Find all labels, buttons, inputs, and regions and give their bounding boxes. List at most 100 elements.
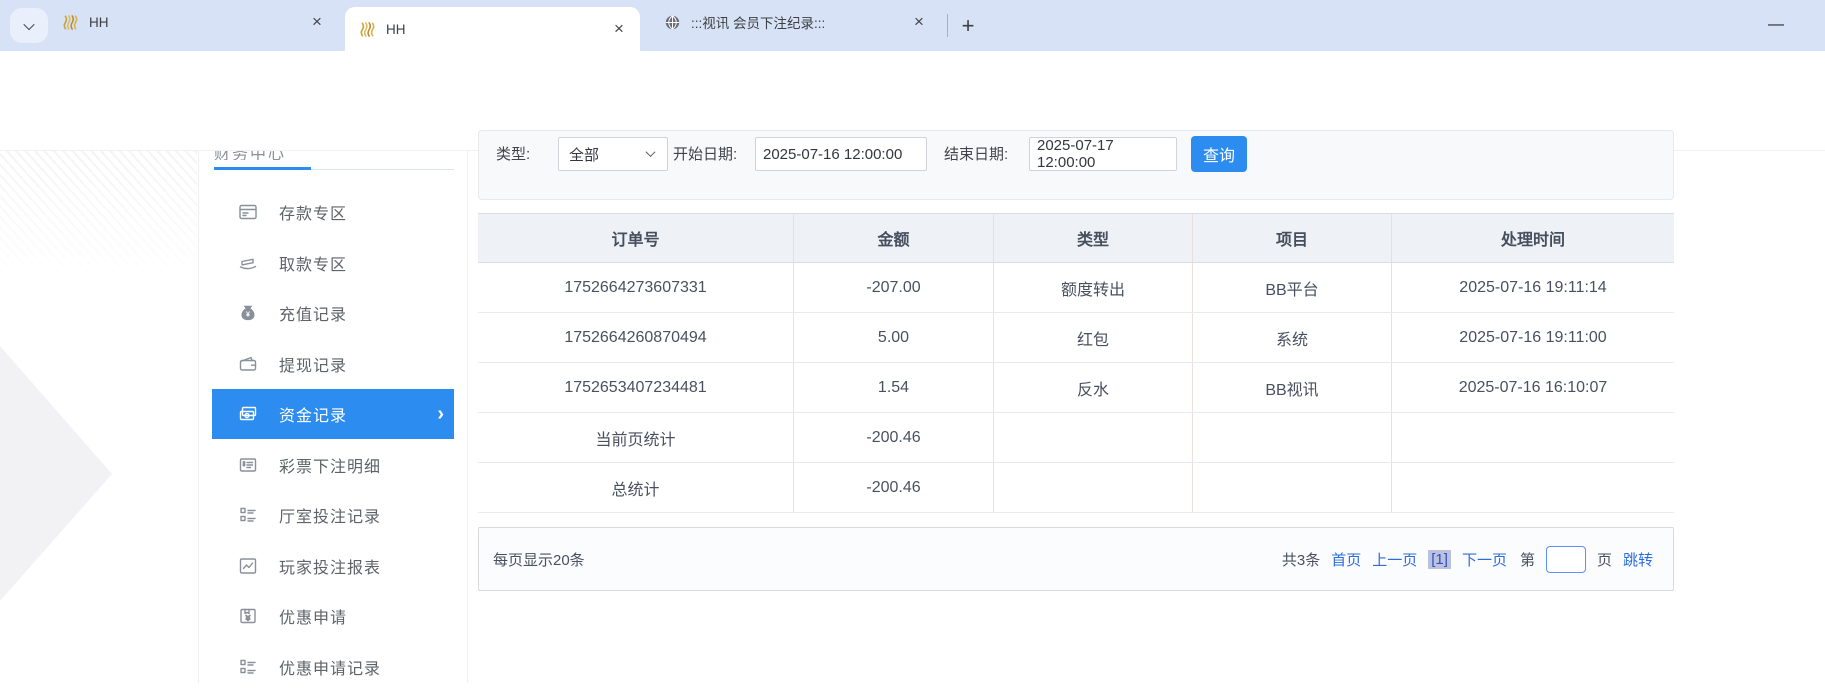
current-page-badge: [1]	[1428, 550, 1451, 569]
jump-prefix-text: 第	[1520, 549, 1535, 570]
table-cell: 1752664260870494	[478, 313, 794, 362]
sidebar-item-5[interactable]: 资金记录 ›	[212, 389, 454, 439]
table-cell: 当前页统计	[478, 413, 794, 462]
table-cell: -200.46	[794, 413, 994, 462]
table-header-row: 订单号金额类型项目处理时间	[478, 213, 1674, 263]
withdraw-icon	[238, 253, 258, 273]
table-cell	[1392, 413, 1674, 462]
start-date-label: 开始日期:	[673, 138, 737, 172]
table-cell: BB视讯	[1193, 363, 1392, 412]
table-cell	[1392, 463, 1674, 512]
end-date-input[interactable]: 2025-07-17 12:00:00	[1029, 137, 1177, 171]
jump-suffix-text: 页	[1597, 549, 1612, 570]
cashout-record-icon	[238, 354, 258, 374]
tab-close-icon[interactable]: ×	[608, 18, 630, 40]
jump-button[interactable]: 跳转	[1623, 549, 1653, 570]
usercenter-sidebar: 财务中心 存款专区取款专区 ¥ 充值记录提现记录资金记录 › 彩票下注明细厅室投注记录玩…	[198, 151, 468, 683]
sidebar-item-4[interactable]: 提现记录	[212, 339, 454, 389]
table-cell: -200.46	[794, 463, 994, 512]
hh-logo-icon	[62, 14, 79, 31]
table-cell: 额度转出	[994, 263, 1193, 312]
globe-icon	[664, 14, 681, 31]
table-cell	[994, 413, 1193, 462]
sidebar-item-3[interactable]: ¥ 充值记录	[212, 288, 454, 338]
type-select-value: 全部	[569, 144, 599, 165]
hall-bet-record-icon	[238, 505, 258, 525]
sidebar-item-label: 彩票下注明细	[279, 453, 381, 477]
new-tab-button[interactable]: +	[952, 10, 984, 42]
sidebar-header-clipped: 财务中心	[214, 151, 454, 160]
prev-page-link[interactable]: 上一页	[1372, 549, 1417, 570]
window-minimize-button[interactable]: —	[1763, 12, 1789, 38]
chevron-right-icon: ›	[437, 403, 444, 426]
tab-title: HH	[89, 15, 294, 30]
sidebar-item-2[interactable]: 取款专区	[212, 238, 454, 288]
sidebar-item-label: 存款专区	[279, 200, 347, 224]
watermark-triangle	[0, 346, 130, 606]
fund-records-table: 订单号金额类型项目处理时间1752664273607331-207.00额度转出…	[478, 213, 1674, 513]
table-header-cell: 订单号	[478, 214, 794, 262]
table-header-cell: 项目	[1193, 214, 1392, 262]
table-cell: BB平台	[1193, 263, 1392, 312]
table-header-cell: 处理时间	[1392, 214, 1674, 262]
recharge-record-icon: ¥	[238, 303, 258, 323]
table-row: 1752664273607331-207.00额度转出BB平台2025-07-1…	[478, 263, 1674, 313]
hh-logo-icon	[359, 21, 376, 38]
table-cell: 红包	[994, 313, 1193, 362]
table-cell: 2025-07-16 19:11:14	[1392, 263, 1674, 312]
page-jump-input[interactable]	[1546, 546, 1586, 573]
sidebar-item-label: 玩家投注报表	[279, 554, 381, 578]
first-page-link[interactable]: 首页	[1331, 549, 1361, 570]
sidebar-item-1[interactable]: 存款专区	[212, 187, 454, 237]
chevron-down-icon	[23, 18, 34, 29]
search-button[interactable]: 查询	[1191, 136, 1247, 172]
funds-record-icon	[238, 404, 258, 424]
table-cell	[994, 463, 1193, 512]
start-date-input[interactable]: 2025-07-16 12:00:00	[755, 137, 927, 171]
table-cell	[1193, 413, 1392, 462]
sidebar-item-10[interactable]: 优惠申请记录	[212, 642, 454, 692]
total-count-text: 共3条	[1282, 549, 1320, 570]
tab-title: HH	[386, 22, 596, 37]
tab-search-button[interactable]	[10, 8, 48, 43]
table-cell: 2025-07-16 19:11:00	[1392, 313, 1674, 362]
sidebar-item-label: 厅室投注记录	[279, 503, 381, 527]
table-header-cell: 类型	[994, 214, 1193, 262]
lottery-detail-icon	[238, 455, 258, 475]
sidebar-item-9[interactable]: ¥ 优惠申请	[212, 591, 454, 641]
table-cell: 5.00	[794, 313, 994, 362]
sidebar-item-label: 充值记录	[279, 301, 347, 325]
tab-hh-1[interactable]: HH ×	[48, 0, 338, 44]
chevron-down-icon	[646, 147, 656, 157]
table-row: 17526642608704945.00红包系统2025-07-16 19:11…	[478, 313, 1674, 363]
sidebar-item-6[interactable]: 彩票下注明细	[212, 440, 454, 490]
tab-video-bet-records[interactable]: :::视讯 会员下注纪录::: ×	[650, 0, 940, 44]
sidebar-item-label: 提现记录	[279, 352, 347, 376]
table-cell	[1193, 463, 1392, 512]
sidebar-item-label: 资金记录	[279, 402, 347, 426]
sidebar-item-label: 取款专区	[279, 251, 347, 275]
sidebar-item-7[interactable]: 厅室投注记录	[212, 490, 454, 540]
sidebar-item-label: 优惠申请	[279, 604, 347, 628]
browser-toolbar: ← → ⟳ ⌂ mgm1065.com/hhcp/usercenter.html…	[0, 51, 1825, 102]
sidebar-item-8[interactable]: 玩家投注报表	[212, 541, 454, 591]
next-page-link[interactable]: 下一页	[1462, 549, 1507, 570]
table-row: 当前页统计-200.46	[478, 413, 1674, 463]
sidebar-header-active-rule	[214, 167, 311, 170]
player-bet-report-icon	[238, 556, 258, 576]
tab-hh-2-active[interactable]: HH ×	[345, 7, 640, 51]
type-select[interactable]: 全部	[558, 137, 668, 171]
table-cell: 总统计	[478, 463, 794, 512]
svg-text:¥: ¥	[246, 614, 251, 623]
table-header-cell: 金额	[794, 214, 994, 262]
tab-close-icon[interactable]: ×	[306, 11, 328, 33]
tab-close-icon[interactable]: ×	[908, 11, 930, 33]
end-date-label: 结束日期:	[944, 138, 1008, 172]
table-row: 17526534072344811.54反水BB视讯2025-07-16 16:…	[478, 363, 1674, 413]
tab-separator	[947, 14, 948, 37]
pagination-bar: 每页显示20条 共3条 首页 上一页 [1] 下一页 第 页 跳转	[478, 527, 1674, 591]
sidebar-item-label: 优惠申请记录	[279, 655, 381, 679]
deposit-icon	[238, 202, 258, 222]
type-label: 类型:	[496, 138, 530, 172]
table-cell: 系统	[1193, 313, 1392, 362]
